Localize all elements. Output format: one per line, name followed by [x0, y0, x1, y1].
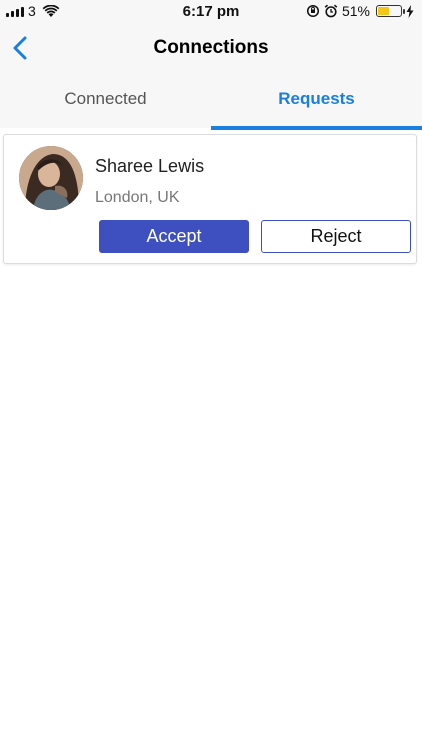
battery-percent: 51%	[341, 3, 370, 19]
alarm-icon	[324, 4, 338, 18]
accept-button[interactable]: Accept	[99, 220, 249, 253]
requester-name: Sharee Lewis	[95, 156, 205, 176]
battery-icon	[376, 5, 405, 17]
avatar	[19, 146, 83, 210]
charging-bolt-icon	[406, 4, 414, 18]
page-title: Connections	[153, 37, 269, 58]
nav-header: Connections	[0, 24, 422, 72]
tab-connected[interactable]: Connected	[0, 72, 211, 128]
requester-location: London, UK	[95, 189, 180, 206]
reject-button[interactable]: Reject	[261, 220, 411, 253]
battery-level-fill	[378, 7, 389, 15]
tab-requests[interactable]: Requests	[211, 72, 422, 130]
status-bar: 3 6:17 pm 51%	[0, 0, 422, 24]
status-right: 51%	[306, 3, 414, 19]
rotation-lock-icon	[306, 4, 320, 18]
tab-bar: Connected Requests	[0, 72, 422, 130]
request-card: Sharee Lewis London, UK Accept Reject	[3, 134, 417, 264]
